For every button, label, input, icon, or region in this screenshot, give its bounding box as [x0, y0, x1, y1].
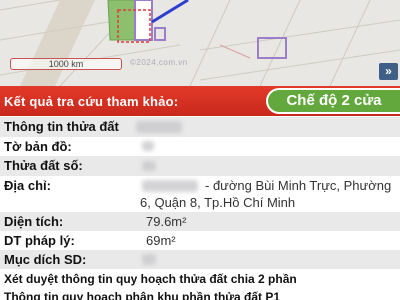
address-row: Địa chỉ: - đường Bùi Minh Trực, Phường 6… — [0, 176, 400, 212]
usage-row: Mục dích SD: — [0, 250, 400, 269]
area-row: Diện tích: 79.6m² — [0, 212, 400, 231]
map-sheet-row: Tờ bản đồ: — [0, 137, 400, 156]
redacted-value — [142, 141, 154, 151]
redacted-value — [136, 121, 182, 133]
redacted-value — [142, 180, 198, 192]
planning-section: Xét duyệt thông tin quy hoạch thửa đất c… — [0, 269, 400, 300]
expand-panel-button[interactable]: » — [379, 63, 398, 80]
parcel-info-label: Thông tin thửa đất — [4, 119, 119, 134]
address-line-1: - đường Bùi Minh Trực, Phường — [205, 178, 392, 193]
plan-zone-text[interactable]: Thông tin quy hoạch phân khu phần thửa đ… — [4, 290, 280, 300]
map-view[interactable]: 1000 km ©2024.com.vn » — [0, 0, 400, 86]
address-line-2: 6, Quận 8, Tp.Hồ Chí Minh — [140, 195, 296, 210]
legal-area-label: DT pháp lý: — [4, 233, 75, 248]
two-door-mode-button[interactable]: Chế độ 2 cửa — [266, 88, 400, 114]
double-chevron-right-icon: » — [385, 64, 392, 78]
parcel-number-row: Thửa đất số: — [0, 156, 400, 176]
plan-review-text[interactable]: Xét duyệt thông tin quy hoạch thửa đất c… — [4, 272, 297, 286]
parcel-info-row: Thông tin thửa đất — [0, 117, 400, 137]
area-value: 79.6m² — [146, 214, 187, 229]
map-watermark: ©2024.com.vn — [130, 58, 188, 67]
redacted-value — [142, 254, 156, 265]
map-sheet-label: Tờ bản đồ: — [4, 139, 72, 154]
map-scale-bar: 1000 km — [10, 58, 122, 70]
map-canvas — [0, 0, 400, 86]
usage-label: Mục dích SD: — [4, 252, 87, 267]
address-label: Địa chỉ: — [4, 178, 51, 193]
redacted-value — [142, 161, 156, 171]
legal-area-row: DT pháp lý: 69m² — [0, 231, 400, 250]
area-label: Diện tích: — [4, 214, 64, 229]
highlight-line — [151, 0, 189, 24]
legal-area-value: 69m² — [146, 233, 176, 248]
parcel-green — [107, 0, 136, 41]
parcel-number-label: Thửa đất số: — [4, 158, 83, 173]
result-header-title: Kết quả tra cứu tham khảo: — [4, 94, 179, 109]
